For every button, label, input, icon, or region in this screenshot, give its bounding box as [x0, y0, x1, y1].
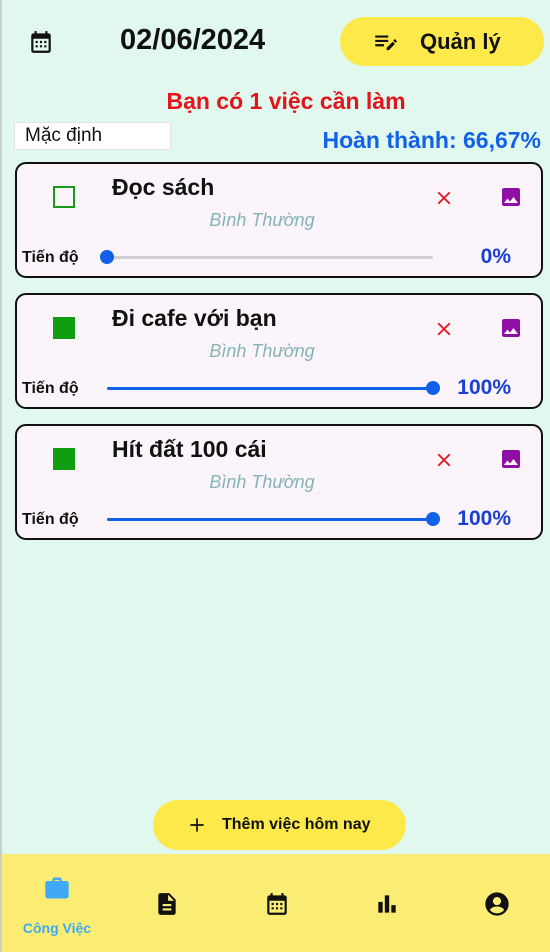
task-card[interactable]: Đọc sách Bình Thường Tiến độ 0% — [15, 162, 543, 278]
briefcase-icon — [45, 877, 69, 899]
manage-label: Quản lý — [420, 28, 501, 54]
manage-button[interactable]: Quản lý — [340, 17, 544, 66]
task-priority: Bình Thường — [209, 472, 315, 492]
progress-percentage: 100% — [457, 507, 511, 530]
image-icon[interactable] — [499, 185, 523, 209]
progress-slider[interactable] — [107, 381, 440, 395]
image-icon[interactable] — [499, 447, 523, 471]
image-icon[interactable] — [499, 316, 523, 340]
progress-thumb[interactable] — [100, 250, 114, 264]
progress-thumb[interactable] — [426, 512, 440, 526]
nav-tab-tasks-label: Công Việc — [22, 920, 92, 936]
calendar-icon — [267, 893, 287, 915]
task-checkbox[interactable] — [53, 317, 75, 339]
task-checkbox[interactable] — [53, 186, 75, 208]
nav-tab-notes[interactable] — [112, 854, 222, 952]
add-task-button[interactable]: Thêm việc hôm nay — [153, 800, 406, 850]
nav-tab-statistics[interactable] — [332, 854, 442, 952]
progress-percentage: 0% — [480, 245, 511, 268]
delete-icon[interactable] — [433, 187, 455, 209]
task-priority: Bình Thường — [209, 341, 315, 361]
account-icon — [485, 892, 509, 916]
progress-slider[interactable] — [100, 250, 433, 264]
edit-list-icon — [375, 35, 397, 50]
task-checkbox[interactable] — [53, 448, 75, 470]
progress-fill — [107, 518, 433, 521]
delete-icon[interactable] — [433, 318, 455, 340]
sort-filter-dropdown[interactable]: Mặc định — [14, 122, 171, 150]
plus-icon — [190, 818, 204, 832]
task-title: Đọc sách — [112, 174, 215, 200]
progress-label: Tiến độ — [22, 249, 79, 266]
progress-label: Tiến độ — [22, 511, 79, 528]
current-date: 02/06/2024 — [120, 24, 266, 56]
document-icon — [158, 893, 176, 915]
nav-tab-calendar[interactable] — [222, 854, 332, 952]
task-card[interactable]: Hít đất 100 cái Bình Thường Tiến độ 100% — [15, 424, 543, 540]
task-title: Đi cafe với bạn — [112, 305, 277, 331]
progress-slider[interactable] — [107, 512, 440, 526]
pending-count-text: Bạn có 1 việc cần làm — [166, 88, 406, 114]
completion-percentage: Hoàn thành: 66,67% — [322, 127, 541, 153]
nav-tab-tasks[interactable]: Công Việc — [2, 854, 112, 952]
task-card[interactable]: Đi cafe với bạn Bình Thường Tiến độ 100% — [15, 293, 543, 409]
task-title: Hít đất 100 cái — [112, 436, 267, 462]
nav-tab-account[interactable] — [442, 854, 550, 952]
add-task-label: Thêm việc hôm nay — [222, 816, 371, 833]
progress-label: Tiến độ — [22, 380, 79, 397]
calendar-button[interactable] — [24, 26, 58, 58]
task-priority: Bình Thường — [209, 210, 315, 230]
calendar-icon — [31, 31, 51, 53]
progress-fill — [107, 387, 433, 390]
delete-icon[interactable] — [433, 449, 455, 471]
bar-chart-icon — [378, 895, 396, 913]
progress-thumb[interactable] — [426, 381, 440, 395]
bottom-navigation: Công Việc — [2, 854, 550, 952]
progress-percentage: 100% — [457, 376, 511, 399]
